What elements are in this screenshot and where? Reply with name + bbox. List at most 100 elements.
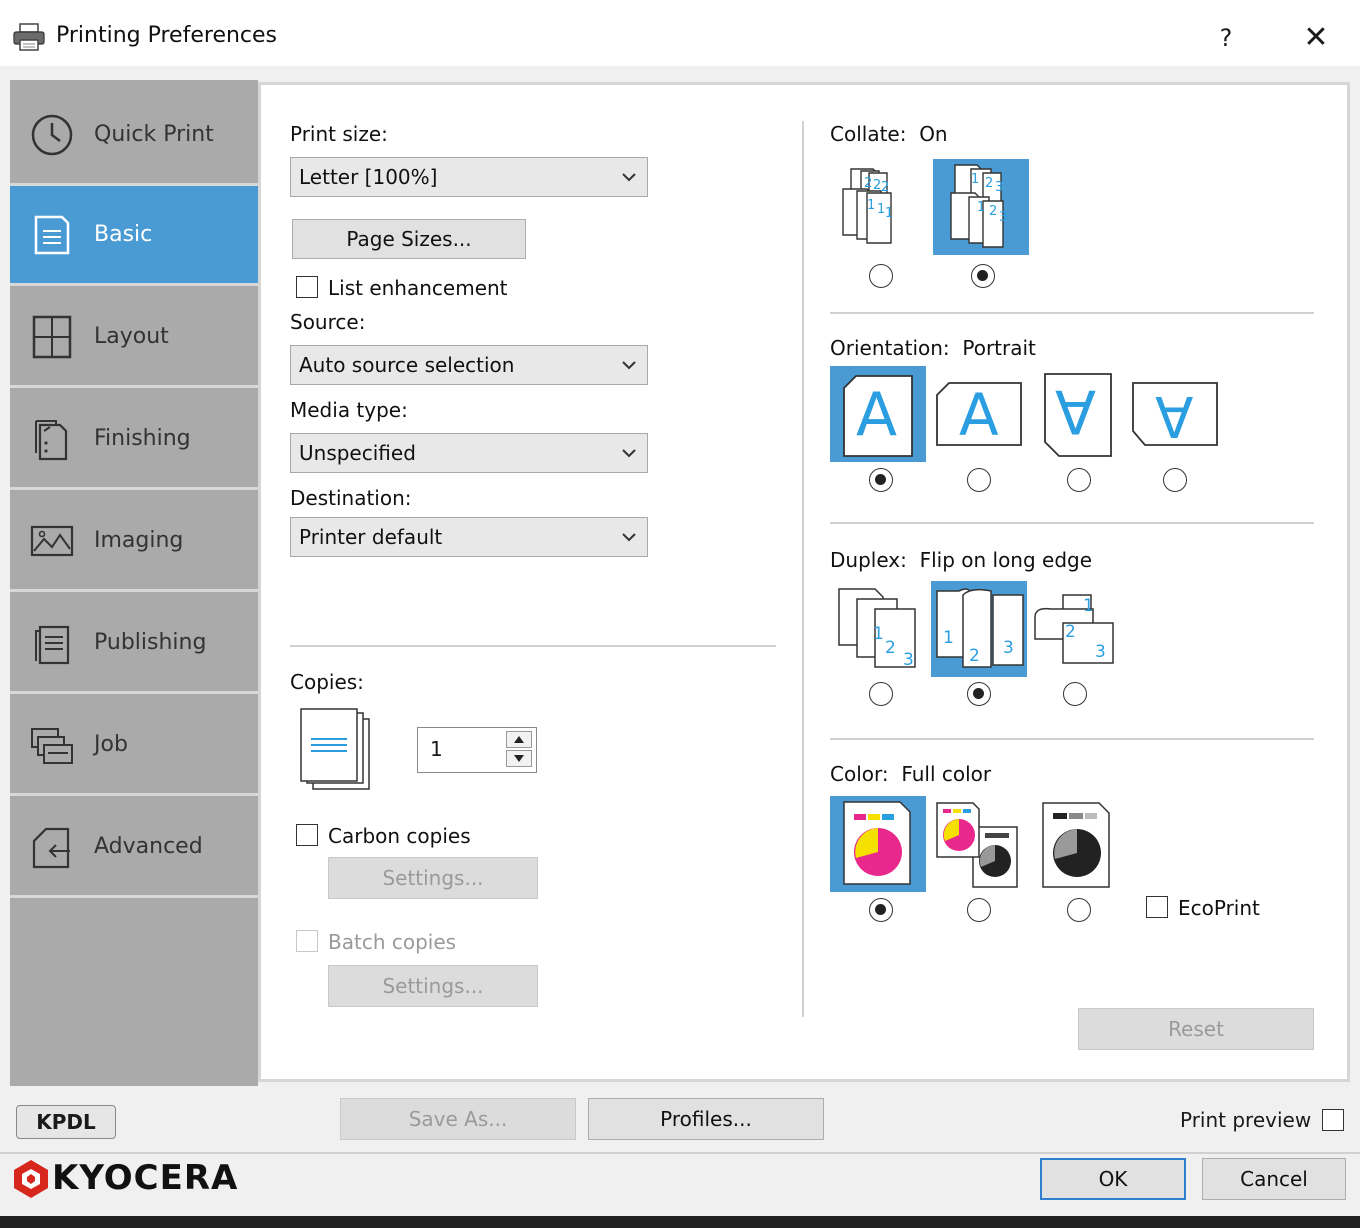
orientation-glyph: A — [1055, 376, 1097, 446]
orientation-rotated-landscape-option[interactable]: A — [1131, 381, 1219, 449]
sidebar-item-advanced[interactable]: Advanced — [10, 798, 258, 898]
full-color-page-icon — [843, 801, 911, 885]
duplex-long-edge-radio[interactable] — [967, 682, 991, 706]
job-stack-icon — [31, 727, 73, 764]
destination-dropdown[interactable]: Printer default — [290, 517, 648, 557]
collate-label: Collate: On — [830, 122, 948, 146]
color-label-text: Color: — [830, 762, 889, 786]
sidebar: Quick Print Basic Layout Finishing Imagi… — [10, 80, 258, 1086]
chevron-down-icon — [622, 173, 636, 182]
short-edge-duplex-icon: 123 — [1034, 594, 1114, 664]
media-type-dropdown[interactable]: Unspecified — [290, 433, 648, 473]
orientation-portrait-option[interactable]: A — [830, 366, 926, 462]
collate-off-radio[interactable] — [869, 264, 893, 288]
close-button[interactable]: ✕ — [1296, 16, 1336, 60]
color-black-white-option[interactable] — [1041, 801, 1113, 889]
copies-label: Copies: — [290, 670, 364, 694]
duplex-off-option[interactable]: 123 — [835, 583, 925, 673]
collate-value: On — [919, 122, 948, 146]
copies-spinner[interactable]: 1 — [417, 727, 537, 773]
carbon-settings-button[interactable]: Settings... — [328, 857, 538, 899]
chevron-down-icon — [622, 361, 636, 370]
orientation-glyph: A — [856, 380, 898, 450]
help-button[interactable]: ? — [1206, 16, 1246, 60]
duplex-long-edge-option[interactable]: 12 3 — [931, 581, 1027, 677]
batch-settings-button[interactable]: Settings... — [328, 965, 538, 1007]
document-icon — [34, 215, 70, 254]
taskbar-strip — [0, 1216, 1360, 1228]
orientation-landscape-radio[interactable] — [967, 468, 991, 492]
chevron-down-icon — [622, 533, 636, 542]
ecoprint-checkbox[interactable] — [1146, 896, 1168, 918]
triangle-up-icon — [514, 736, 524, 743]
color-full-radio[interactable] — [869, 898, 893, 922]
color-auto-radio[interactable] — [967, 898, 991, 922]
clock-icon — [31, 114, 73, 155]
ok-button[interactable]: OK — [1040, 1158, 1186, 1200]
svg-text:1: 1 — [885, 206, 893, 221]
cancel-button[interactable]: Cancel — [1202, 1158, 1346, 1200]
sidebar-item-basic[interactable]: Basic — [10, 186, 258, 286]
kyocera-brand: KYOCERA — [52, 1158, 239, 1198]
section-divider — [830, 312, 1314, 314]
svg-text:1: 1 — [1083, 596, 1094, 616]
sidebar-item-quick-print[interactable]: Quick Print — [10, 86, 258, 186]
color-auto-option[interactable] — [933, 799, 1023, 889]
orientation-portrait-radio[interactable] — [869, 468, 893, 492]
svg-text:2: 2 — [969, 646, 980, 666]
column-divider — [802, 121, 804, 1017]
section-divider — [290, 645, 776, 647]
orientation-landscape-option[interactable]: A — [935, 381, 1023, 449]
sidebar-item-imaging[interactable]: Imaging — [10, 492, 258, 592]
printer-icon — [13, 23, 45, 51]
kpdl-button[interactable]: KPDL — [16, 1105, 116, 1139]
svg-text:1: 1 — [977, 200, 985, 215]
sidebar-item-label: Imaging — [94, 528, 184, 553]
orientation-rotated-portrait-radio[interactable] — [1067, 468, 1091, 492]
orientation-rotated-portrait-option[interactable]: A — [1043, 372, 1115, 458]
copies-increment-button[interactable] — [506, 731, 532, 748]
sidebar-item-label: Publishing — [94, 630, 207, 655]
section-divider — [830, 522, 1314, 524]
copies-stack-icon — [300, 708, 370, 790]
footer-divider — [0, 1152, 1360, 1154]
orientation-glyph: A — [959, 381, 999, 449]
sidebar-item-publishing[interactable]: Publishing — [10, 594, 258, 694]
batch-copies-label: Batch copies — [328, 930, 457, 954]
color-black-white-radio[interactable] — [1067, 898, 1091, 922]
carbon-copies-label: Carbon copies — [328, 824, 471, 848]
long-edge-duplex-icon: 12 3 — [936, 588, 1024, 668]
orientation-rotated-landscape-radio[interactable] — [1163, 468, 1187, 492]
save-as-button[interactable]: Save As... — [340, 1098, 576, 1140]
batch-copies-checkbox[interactable] — [296, 930, 318, 952]
sidebar-item-job[interactable]: Job — [10, 696, 258, 796]
copies-value: 1 — [430, 737, 443, 761]
color-full-option[interactable] — [830, 796, 926, 892]
collate-off-option[interactable]: 222 111 — [833, 159, 923, 255]
copies-decrement-button[interactable] — [506, 750, 532, 767]
collate-on-option[interactable]: 123 123 — [933, 159, 1029, 255]
sidebar-item-layout[interactable]: Layout — [10, 288, 258, 388]
svg-text:1: 1 — [971, 172, 979, 187]
source-dropdown[interactable]: Auto source selection — [290, 345, 648, 385]
print-size-dropdown[interactable]: Letter [100%] — [290, 157, 648, 197]
page-sizes-button[interactable]: Page Sizes... — [292, 219, 526, 259]
print-preview-checkbox[interactable] — [1322, 1109, 1344, 1131]
simplex-pages-icon: 123 — [838, 588, 916, 670]
reset-button[interactable]: Reset — [1078, 1008, 1314, 1050]
duplex-label-text: Duplex: — [830, 548, 907, 572]
orientation-label: Orientation: Portrait — [830, 336, 1036, 360]
orientation-glyph: A — [1155, 383, 1194, 448]
auto-color-pages-icon — [936, 802, 1018, 888]
duplex-short-edge-option[interactable]: 123 — [1033, 589, 1115, 669]
carbon-copies-checkbox[interactable] — [296, 824, 318, 846]
sidebar-item-finishing[interactable]: Finishing — [10, 390, 258, 490]
list-enhancement-checkbox[interactable] — [296, 276, 318, 298]
profiles-button[interactable]: Profiles... — [588, 1098, 824, 1140]
duplex-off-radio[interactable] — [869, 682, 893, 706]
duplex-short-edge-radio[interactable] — [1063, 682, 1087, 706]
collate-label-text: Collate: — [830, 122, 907, 146]
orientation-label-text: Orientation: — [830, 336, 950, 360]
collate-on-radio[interactable] — [971, 264, 995, 288]
svg-text:2: 2 — [1065, 622, 1076, 642]
